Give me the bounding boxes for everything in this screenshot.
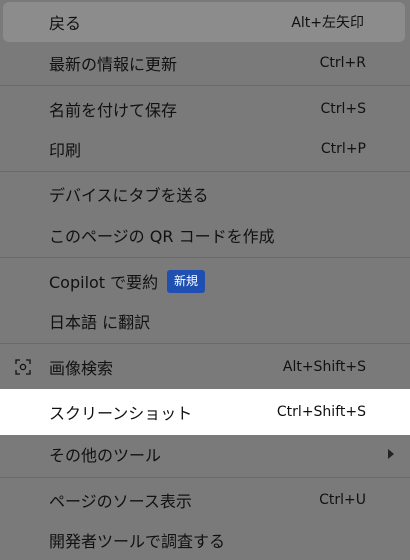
menu-item-label: Copilot で要約 xyxy=(49,273,159,292)
menu-item-label: スクリーンショット xyxy=(49,404,193,423)
menu-item-view-source[interactable]: ページのソース表示 Ctrl+U xyxy=(0,480,410,520)
menu-item-shortcut: Ctrl+R xyxy=(319,55,366,71)
menu-item-shortcut: Alt+左矢印 xyxy=(291,15,364,31)
menu-item-shortcut: Ctrl+P xyxy=(320,141,366,157)
menu-item-label: デバイスにタブを送る xyxy=(49,186,209,205)
menu-item-label: 最新の情報に更新 xyxy=(49,55,178,74)
menu-item-label: 名前を付けて保存 xyxy=(49,101,178,120)
context-menu: 戻る Alt+左矢印 最新の情報に更新 Ctrl+R 名前を付けて保存 Ctrl… xyxy=(0,0,410,560)
menu-item-label: 印刷 xyxy=(49,141,82,160)
menu-item-shortcut: Ctrl+U xyxy=(319,492,366,508)
menu-item-qr-code[interactable]: このページの QR コードを作成 xyxy=(0,215,410,255)
menu-item-label: 日本語 に翻訳 xyxy=(49,313,151,332)
menu-item-label: 開発者ツールで調査する xyxy=(49,532,226,551)
menu-item-label: 画像検索 xyxy=(49,359,114,378)
menu-item-shortcut: Alt+Shift+S xyxy=(282,359,366,375)
menu-item-visual-search[interactable]: 画像検索 Alt+Shift+S xyxy=(0,347,410,387)
menu-item-label: その他のツール xyxy=(49,446,162,465)
menu-item-shortcut: Ctrl+Shift+S xyxy=(276,404,366,420)
menu-item-inspect[interactable]: 開発者ツールで調査する xyxy=(0,520,410,560)
menu-item-shortcut: Ctrl+S xyxy=(320,101,366,117)
visual-search-icon xyxy=(15,359,31,375)
menu-item-label: ページのソース表示 xyxy=(49,492,192,511)
menu-item-refresh[interactable]: 最新の情報に更新 Ctrl+R xyxy=(0,43,410,83)
chevron-right-icon xyxy=(388,449,394,459)
menu-item-translate[interactable]: 日本語 に翻訳 xyxy=(0,301,410,341)
menu-separator xyxy=(0,257,410,258)
menu-separator xyxy=(0,171,410,172)
menu-separator xyxy=(0,85,410,86)
menu-item-back[interactable]: 戻る Alt+左矢印 xyxy=(3,2,405,42)
menu-item-label: このページの QR コードを作成 xyxy=(49,227,275,246)
menu-item-send-tab[interactable]: デバイスにタブを送る xyxy=(0,174,410,214)
menu-item-copilot-summary[interactable]: Copilot で要約 新規 xyxy=(0,261,410,301)
menu-item-screenshot[interactable]: スクリーンショット Ctrl+Shift+S xyxy=(0,389,410,435)
menu-item-label: 戻る xyxy=(49,14,82,33)
menu-item-save-as[interactable]: 名前を付けて保存 Ctrl+S xyxy=(0,89,410,129)
menu-item-more-tools[interactable]: その他のツール xyxy=(0,434,410,474)
menu-item-print[interactable]: 印刷 Ctrl+P xyxy=(0,129,410,169)
menu-separator xyxy=(0,343,410,344)
menu-separator xyxy=(0,477,410,478)
new-badge: 新規 xyxy=(167,270,206,293)
